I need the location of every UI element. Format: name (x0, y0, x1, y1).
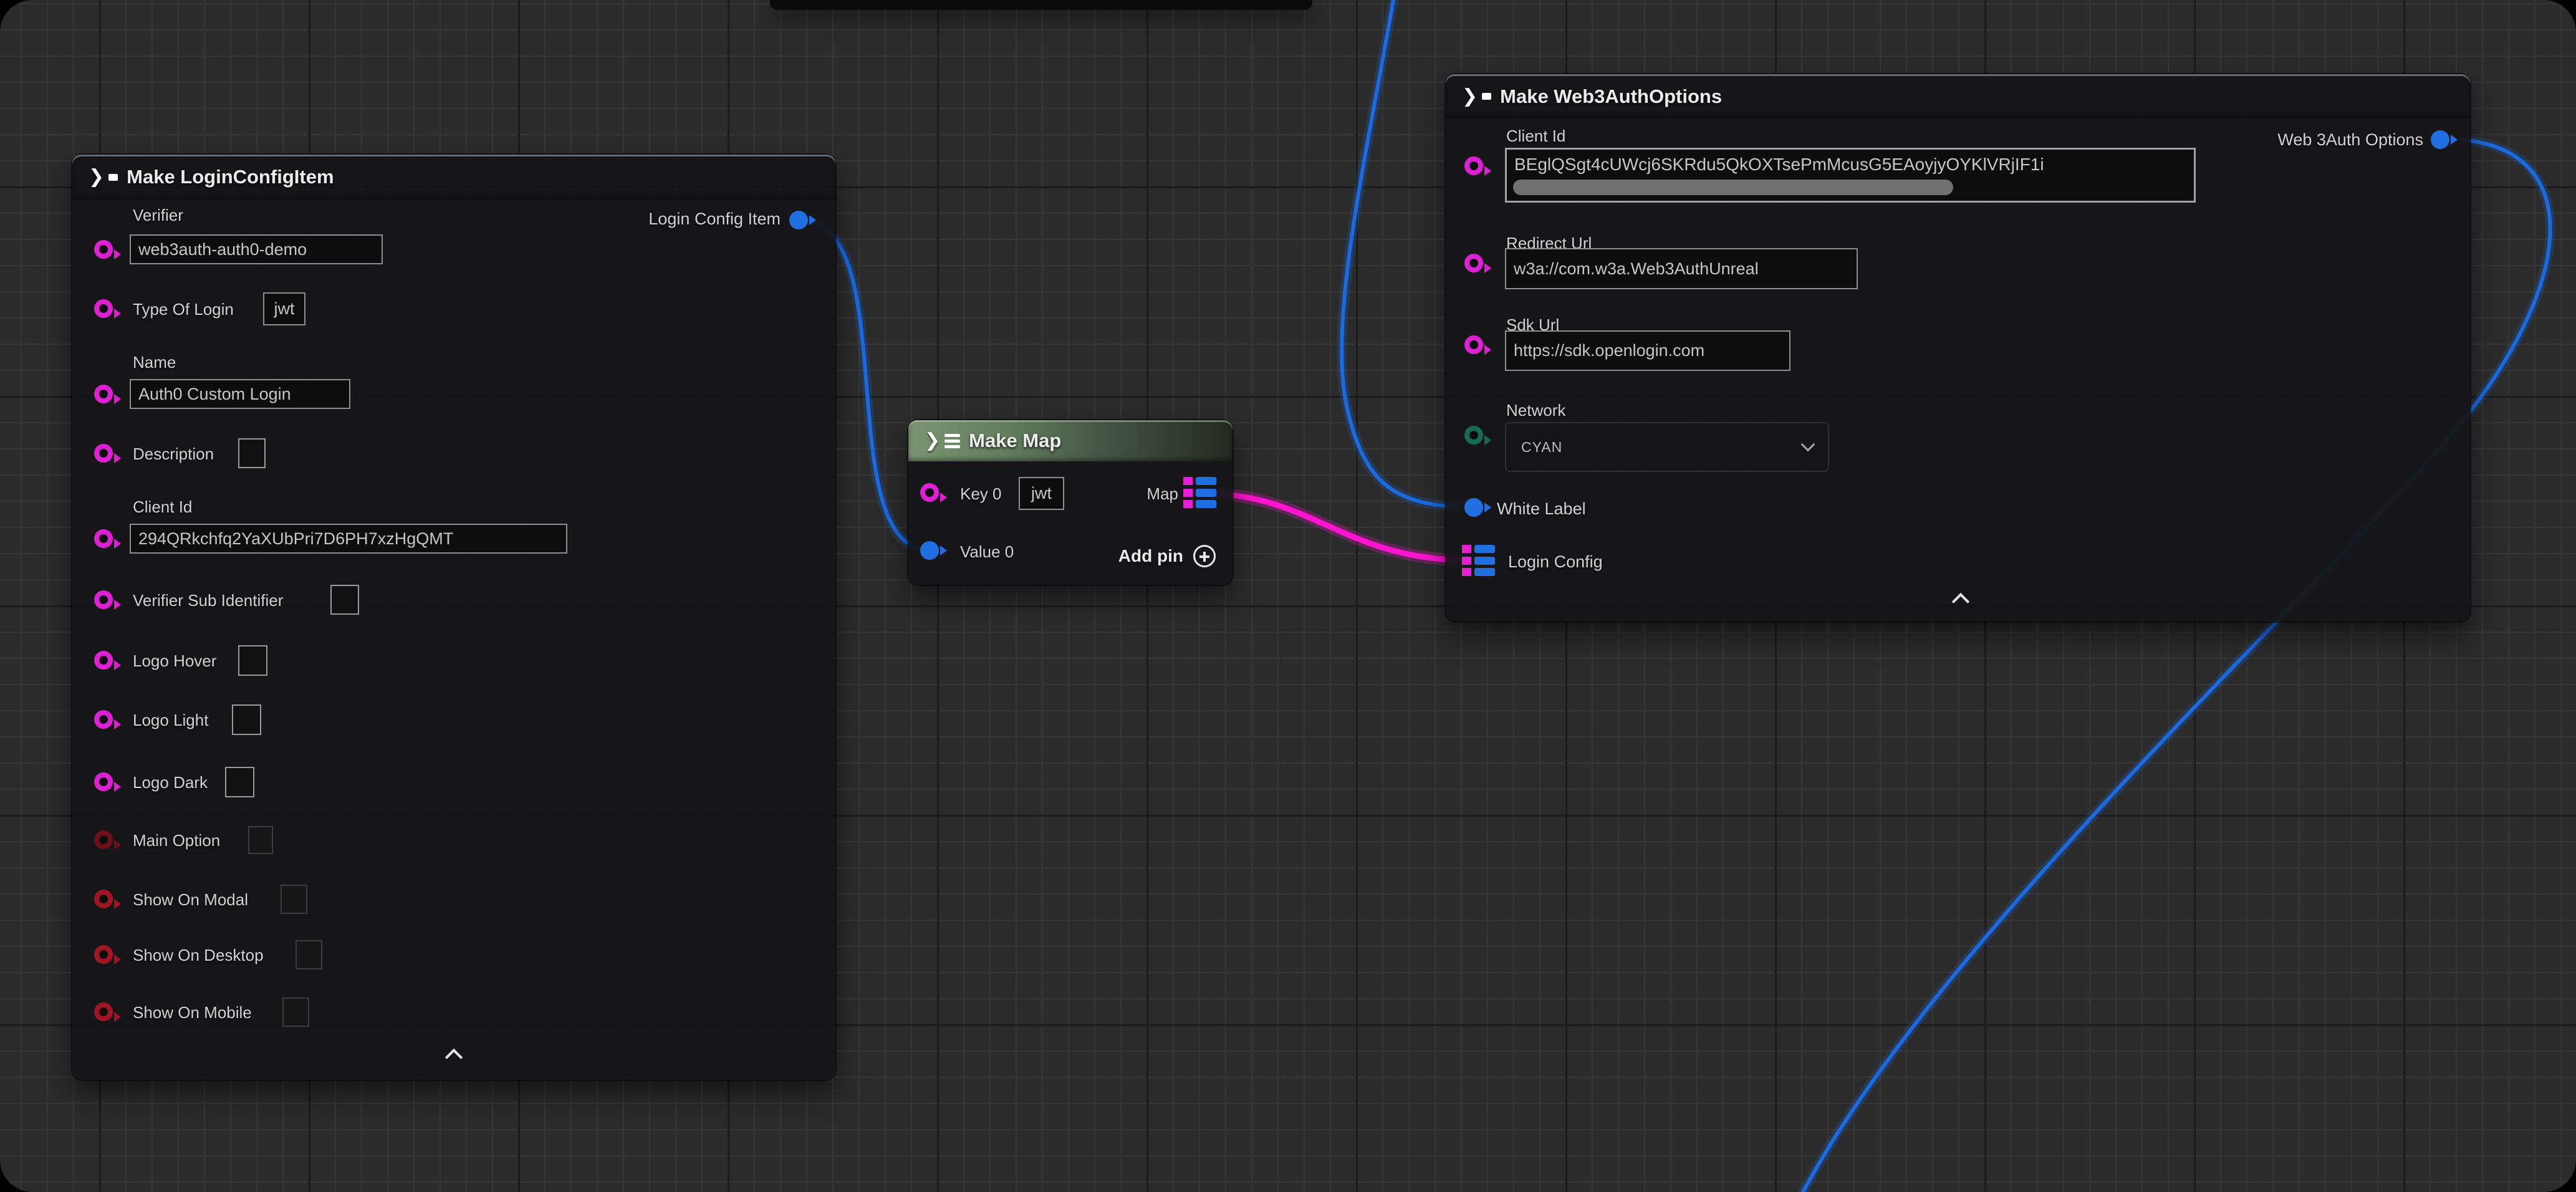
pin-show-on-desktop[interactable] (94, 945, 113, 964)
field-client-id-scrollbar[interactable] (1513, 180, 1953, 195)
field-client-id-text: BEglQSgt4cUWcj6SKRdu5QkOXTsePmMcusG5EAoy… (1514, 155, 2044, 175)
output-label-map: Map (1146, 484, 1178, 504)
field-key0[interactable]: jwt (1019, 477, 1064, 510)
collapse-node-button[interactable] (445, 1047, 464, 1060)
pin-description[interactable] (94, 444, 113, 463)
pin-redirect-url[interactable] (1464, 254, 1483, 272)
checkbox-show-on-desktop[interactable] (296, 940, 322, 969)
network-dropdown[interactable]: CYAN (1505, 422, 1829, 472)
field-client-id[interactable]: BEglQSgt4cUWcj6SKRdu5QkOXTsePmMcusG5EAoy… (1505, 148, 2196, 203)
pin-label-client-id: Client Id (133, 497, 192, 517)
pin-show-on-modal[interactable] (94, 890, 113, 908)
make-struct-icon: ❯ (89, 168, 118, 186)
pin-label-type-of-login: Type Of Login (133, 300, 234, 319)
checkbox-show-on-modal[interactable] (281, 885, 307, 914)
add-pin-label: Add pin (1118, 546, 1183, 566)
field-logo-dark[interactable] (225, 767, 254, 797)
checkbox-main-option[interactable] (248, 826, 273, 854)
pin-network[interactable] (1464, 426, 1483, 445)
pin-client-id[interactable] (1464, 156, 1483, 175)
node-header-make-web3authoptions[interactable]: ❯ Make Web3AuthOptions (1446, 74, 2470, 118)
pin-verifier-sub-identifier[interactable] (94, 590, 113, 609)
pin-white-label[interactable] (1464, 498, 1483, 517)
pin-label-show-on-desktop: Show On Desktop (133, 946, 264, 965)
node-make-map[interactable]: ❯ Make Map Key 0 jwt Map Value 0 Add pin (908, 420, 1233, 585)
pin-label-description: Description (133, 445, 214, 464)
pin-label-network: Network (1506, 401, 1565, 420)
add-pin-plus-icon (1193, 545, 1216, 567)
pin-verifier[interactable] (94, 240, 113, 259)
make-struct-icon: ❯ (1462, 87, 1491, 106)
node-make-web3authoptions[interactable]: ❯ Make Web3AuthOptions Web 3Auth Options… (1446, 74, 2470, 622)
field-description[interactable] (238, 438, 266, 468)
pin-client-id[interactable] (94, 529, 113, 548)
field-logo-light[interactable] (232, 704, 261, 735)
add-pin-button[interactable]: Add pin (1118, 545, 1216, 567)
pin-name[interactable] (94, 385, 113, 403)
pin-logo-dark[interactable] (94, 772, 113, 791)
node-make-loginconfigitem[interactable]: ❯ Make LoginConfigItem Login Config Item… (72, 155, 835, 1080)
output-pin-map[interactable] (1183, 477, 1217, 508)
pin-type-of-login[interactable] (94, 299, 113, 318)
pin-show-on-mobile[interactable] (94, 1002, 113, 1021)
pin-label-verifier-sub-identifier: Verifier Sub Identifier (133, 591, 283, 610)
pin-logo-hover[interactable] (94, 651, 113, 670)
field-type-of-login[interactable]: jwt (263, 292, 305, 325)
pin-label-verifier: Verifier (133, 206, 183, 225)
pin-value0[interactable] (920, 541, 939, 560)
field-client-id[interactable]: 294QRkchfq2YaXUbPri7D6PH7xzHgQMT (130, 524, 567, 554)
output-label-web3auth-options: Web 3Auth Options (2277, 130, 2423, 150)
node-header-make-map[interactable]: ❯ Make Map (908, 420, 1233, 461)
make-map-icon: ❯ (925, 431, 960, 450)
pin-label-main-option: Main Option (133, 831, 220, 850)
pin-label-logo-hover: Logo Hover (133, 651, 216, 671)
node-header-make-loginconfigitem[interactable]: ❯ Make LoginConfigItem (72, 155, 835, 199)
pin-label-show-on-mobile: Show On Mobile (133, 1003, 252, 1022)
pin-sdk-url[interactable] (1464, 335, 1483, 354)
field-verifier-sub-identifier[interactable] (330, 585, 359, 615)
pin-label-key0: Key 0 (960, 484, 1002, 504)
output-pin-web3auth-options[interactable] (2431, 130, 2449, 149)
pin-label-white-label: White Label (1497, 499, 1586, 519)
pin-login-config[interactable] (1462, 545, 1496, 576)
pin-label-logo-light: Logo Light (133, 711, 208, 730)
pin-label-login-config: Login Config (1508, 552, 1603, 572)
blueprint-editor-canvas[interactable]: ❯ Make LoginConfigItem Login Config Item… (0, 0, 2576, 1192)
pin-main-option[interactable] (94, 830, 113, 849)
collapse-node-button[interactable] (1952, 592, 1971, 604)
pin-key0[interactable] (920, 483, 939, 502)
field-logo-hover[interactable] (238, 645, 267, 676)
node-title: Make Map (969, 430, 1061, 452)
pin-label-name: Name (133, 353, 176, 372)
checkbox-show-on-mobile[interactable] (282, 997, 309, 1027)
network-dropdown-value: CYAN (1521, 439, 1562, 456)
field-sdk-url[interactable]: https://sdk.openlogin.com (1505, 330, 1790, 371)
field-verifier[interactable]: web3auth-auth0-demo (130, 234, 383, 264)
node-title: Make Web3AuthOptions (1500, 85, 1722, 108)
pin-label-show-on-modal: Show On Modal (133, 890, 248, 910)
chevron-down-icon (1801, 438, 1815, 452)
pin-logo-light[interactable] (94, 710, 113, 729)
field-redirect-url[interactable]: w3a://com.w3a.Web3AuthUnreal (1505, 248, 1858, 289)
pin-label-logo-dark: Logo Dark (133, 773, 208, 792)
node-title: Make LoginConfigItem (127, 166, 334, 188)
pin-label-value0: Value 0 (960, 542, 1014, 562)
output-pin-login-config-item[interactable] (789, 211, 808, 229)
output-label-login-config-item: Login Config Item (648, 209, 781, 229)
pin-label-client-id: Client Id (1506, 127, 1565, 146)
field-name[interactable]: Auth0 Custom Login (130, 379, 350, 409)
